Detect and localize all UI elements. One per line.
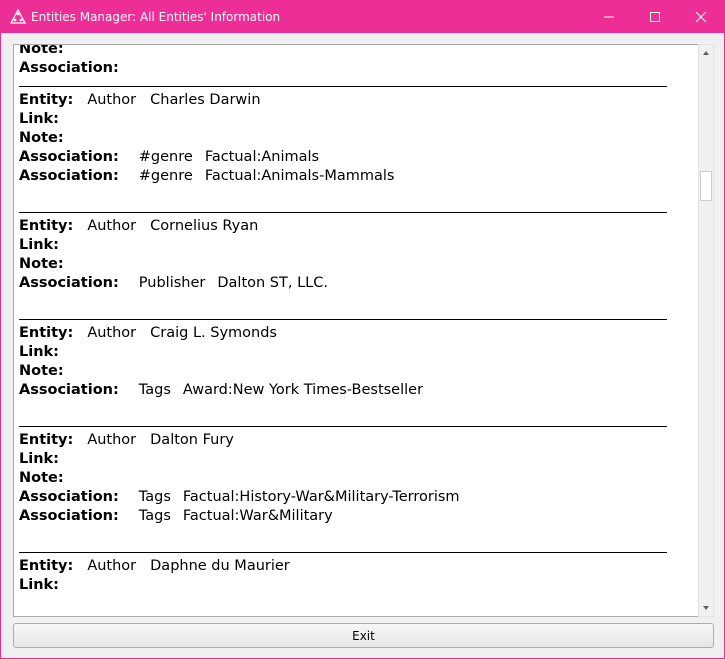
entity-entry: Entity: Author Craig L. Symonds Link: Note…: [19, 324, 683, 427]
association-label: Association:: [19, 508, 119, 524]
association-value: Factual:War&Military: [182, 508, 333, 524]
association-label: Association:: [19, 382, 119, 398]
minimize-icon: [604, 16, 614, 18]
entity-label: Entity:: [19, 432, 74, 448]
entity-entry: Entity: Author Cornelius Ryan Link: Note: …: [19, 217, 683, 320]
association-value: Factual:History-War&Military-Terrorism: [182, 489, 460, 505]
entity-type: Author: [87, 432, 137, 448]
entity-type: Author: [87, 325, 137, 341]
minimize-button[interactable]: [586, 1, 632, 33]
entity-type: Author: [87, 218, 137, 234]
entities-info-textarea[interactable]: Note: Association: Entity: Author Charles …: [13, 44, 699, 617]
close-button[interactable]: [678, 1, 724, 33]
maximize-icon: [650, 12, 660, 22]
entry-separator: [19, 212, 667, 213]
link-label: Link:: [19, 111, 59, 127]
app-window: Entities Manager: All Entities' Informat…: [0, 0, 725, 659]
triangle-logo-icon: [9, 8, 27, 25]
note-label: Note:: [19, 44, 64, 57]
scroll-up-arrow-icon: [703, 51, 709, 55]
association-label: Association:: [19, 275, 119, 291]
association-label: Association:: [19, 60, 119, 76]
association-label: Association:: [19, 168, 119, 184]
note-label: Note:: [19, 470, 64, 486]
entity-name: Daphne du Maurier: [150, 558, 290, 574]
link-label: Link:: [19, 237, 59, 253]
vertical-scrollbar[interactable]: [698, 44, 714, 617]
entity-name: Charles Darwin: [150, 92, 261, 108]
entity-label: Entity:: [19, 558, 74, 574]
entities-text: Note: Association: Entity: Author Charles …: [19, 44, 683, 595]
window-title: Entities Manager: All Entities' Informat…: [31, 10, 281, 24]
entity-type: Author: [87, 92, 137, 108]
link-label: Link:: [19, 344, 59, 360]
exit-button[interactable]: Exit: [13, 623, 714, 648]
association-value: Factual:Animals-Mammals: [204, 168, 395, 184]
association-kind: #genre: [138, 149, 193, 165]
close-icon: [695, 11, 707, 23]
association-kind: Publisher: [138, 275, 206, 291]
scroll-down-button[interactable]: [699, 600, 713, 616]
link-label: Link:: [19, 577, 59, 593]
entry-separator: [19, 319, 667, 320]
entity-entry: Entity: Author Daphne du Maurier Link:: [19, 557, 683, 595]
association-kind: #genre: [138, 168, 193, 184]
entity-label: Entity:: [19, 218, 74, 234]
scroll-up-button[interactable]: [699, 45, 713, 61]
association-kind: Tags: [138, 508, 171, 524]
maximize-button[interactable]: [632, 1, 678, 33]
entity-type: Author: [87, 558, 137, 574]
entity-name: Craig L. Symonds: [150, 325, 277, 341]
note-label: Note:: [19, 256, 64, 272]
entity-entry: Entity: Author Dalton Fury Link: Note: Ass…: [19, 431, 683, 553]
association-kind: Tags: [138, 382, 171, 398]
note-label: Note:: [19, 130, 64, 146]
entity-label: Entity:: [19, 92, 74, 108]
scrollbar-thumb[interactable]: [700, 171, 712, 201]
entity-label: Entity:: [19, 325, 74, 341]
association-label: Association:: [19, 149, 119, 165]
scroll-down-arrow-icon: [703, 606, 709, 610]
association-kind: Tags: [138, 489, 171, 505]
entry-separator: [19, 86, 667, 87]
association-value: Factual:Animals: [204, 149, 320, 165]
entity-entry: Entity: Author Charles Darwin Link: Note: …: [19, 91, 683, 213]
association-label: Association:: [19, 489, 119, 505]
link-label: Link:: [19, 451, 59, 467]
entry-separator: [19, 552, 667, 553]
entry-separator: [19, 426, 667, 427]
association-value: Dalton ST, LLC.: [217, 275, 328, 291]
title-bar[interactable]: Entities Manager: All Entities' Informat…: [1, 1, 724, 33]
entity-name: Dalton Fury: [150, 432, 234, 448]
association-value: Award:New York Times-Bestseller: [182, 382, 424, 398]
entity-name: Cornelius Ryan: [150, 218, 259, 234]
note-label: Note:: [19, 363, 64, 379]
partial-entry: Note: Association:: [19, 44, 683, 87]
